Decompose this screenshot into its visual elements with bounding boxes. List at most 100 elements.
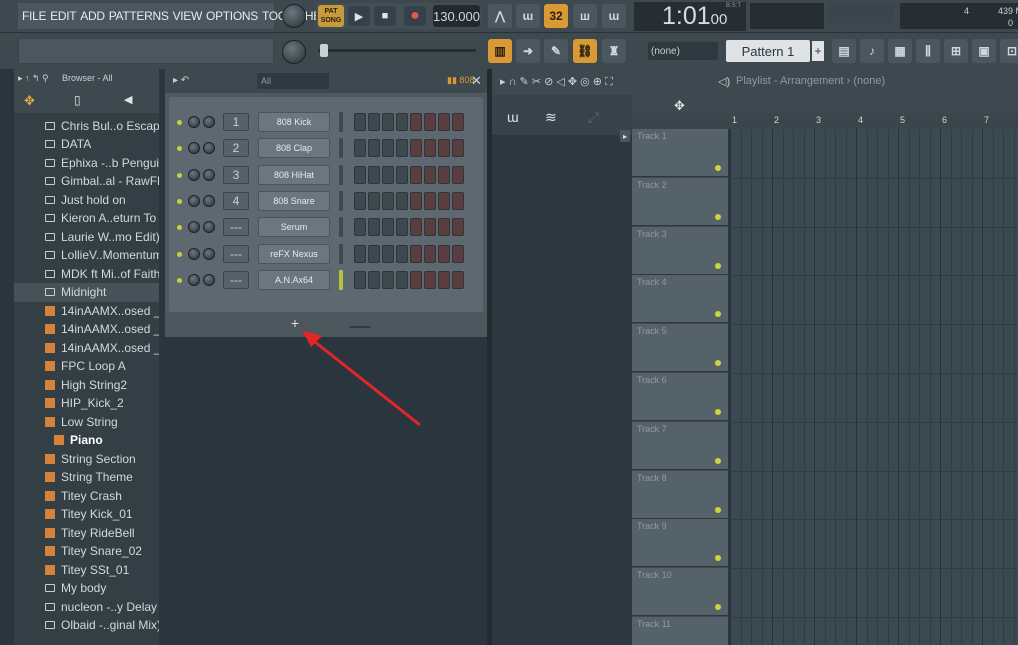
step-button[interactable] (452, 166, 464, 184)
channel-volume-knob[interactable] (203, 169, 215, 181)
playlist-move-icon[interactable]: ✥ (674, 98, 685, 114)
step-button[interactable] (368, 166, 380, 184)
step-button[interactable] (438, 192, 450, 210)
step-button[interactable] (382, 113, 394, 131)
step-button[interactable] (368, 192, 380, 210)
browser-speaker-icon[interactable]: ◀ (124, 93, 132, 106)
channel-select-bar[interactable] (339, 217, 343, 237)
step-button[interactable] (410, 218, 422, 236)
step-button[interactable] (452, 192, 464, 210)
track-enable-led[interactable] (715, 214, 721, 220)
channel-mixer-track[interactable]: 1 (223, 113, 249, 131)
master-volume-knob[interactable] (282, 4, 306, 28)
step-button[interactable] (354, 271, 366, 289)
channel-name-button[interactable]: reFX Nexus (258, 244, 330, 264)
channel-volume-knob[interactable] (203, 248, 215, 260)
plugin-database-icon[interactable]: ▣ (972, 39, 996, 63)
step-button[interactable] (438, 271, 450, 289)
step-button[interactable] (452, 218, 464, 236)
record-button[interactable]: ● (404, 6, 426, 26)
channel-volume-knob[interactable] (203, 116, 215, 128)
slider-handle[interactable] (320, 44, 328, 57)
step-button[interactable] (424, 139, 436, 157)
browser-item[interactable]: High String2 (14, 375, 159, 394)
track-enable-led[interactable] (715, 507, 721, 513)
step-button[interactable] (382, 271, 394, 289)
menu-item-patterns[interactable]: PATTERNS (109, 9, 169, 23)
browser-item[interactable]: Chris Bul..o Escape (14, 116, 159, 135)
browser-item[interactable]: My body (14, 579, 159, 598)
automation-icon[interactable]: ⤢ (588, 109, 599, 126)
step-button[interactable] (396, 139, 408, 157)
browser-star-icon[interactable]: ✥ (24, 93, 35, 109)
step-button[interactable] (410, 271, 422, 289)
channel-name-button[interactable]: Serum (258, 217, 330, 237)
piano-roll-icon[interactable]: ▥ (488, 39, 512, 63)
channel-mixer-track[interactable]: --- (223, 245, 249, 263)
channel-volume-knob[interactable] (203, 195, 215, 207)
step-edit-icon[interactable]: ш (573, 4, 597, 28)
step-button[interactable] (368, 245, 380, 263)
metronome-icon[interactable]: ⋀ (488, 4, 512, 28)
rack-filter-select[interactable]: All (257, 73, 329, 89)
browser-item[interactable]: String Theme (14, 468, 159, 487)
browser-item[interactable]: Kieron A..eturn To (14, 209, 159, 228)
step-button[interactable] (396, 245, 408, 263)
browser-item[interactable]: Just hold on (14, 190, 159, 209)
browser-files-icon[interactable]: ▯ (74, 93, 81, 107)
channel-led[interactable] (177, 199, 182, 204)
channel-mixer-track[interactable]: 3 (223, 166, 249, 184)
playlist-track-header[interactable]: Track 2 (632, 178, 728, 226)
browser-item[interactable]: LollieV..Momentum (14, 246, 159, 265)
step-button[interactable] (354, 166, 366, 184)
step-button[interactable] (354, 139, 366, 157)
browser-icon[interactable]: ⊞ (944, 39, 968, 63)
wait-input-icon[interactable]: ɯ (516, 4, 540, 28)
playlist-track-header[interactable]: Track 1 (632, 129, 728, 177)
playlist-track-header[interactable]: Track 11 (632, 617, 728, 645)
step-button[interactable] (424, 192, 436, 210)
step-button[interactable] (410, 113, 422, 131)
browser-item[interactable]: MDK ft Mi..of Faith (14, 264, 159, 283)
channel-led[interactable] (177, 120, 182, 125)
track-enable-led[interactable] (715, 311, 721, 317)
step-button[interactable] (382, 166, 394, 184)
browser-nav-icons[interactable]: ▸ ↑ ↰ ⚲ (18, 73, 49, 84)
add-pattern-button[interactable]: + (812, 41, 824, 61)
master-pitch-knob[interactable] (282, 40, 306, 64)
track-enable-led[interactable] (715, 458, 721, 464)
step-button[interactable] (368, 113, 380, 131)
menu-item-file[interactable]: FILE (22, 9, 46, 23)
browser-item[interactable]: Olbaid -..ginal Mix) (14, 616, 159, 635)
rack-scroll-handle[interactable] (350, 326, 370, 328)
track-enable-led[interactable] (715, 360, 721, 366)
step-button[interactable] (396, 166, 408, 184)
browser-item[interactable]: Gimbal..al - RawFL (14, 172, 159, 191)
step-button[interactable] (354, 245, 366, 263)
channel-select-bar[interactable] (339, 191, 343, 211)
playlist-track-header[interactable]: Track 4 (632, 275, 728, 323)
channel-volume-knob[interactable] (203, 274, 215, 286)
channel-led[interactable] (177, 173, 182, 178)
channel-led[interactable] (177, 252, 182, 257)
track-enable-led[interactable] (715, 263, 721, 269)
step-button[interactable] (368, 218, 380, 236)
channel-mixer-track[interactable]: 2 (223, 139, 249, 157)
main-slider[interactable] (318, 49, 476, 52)
step-button[interactable] (452, 113, 464, 131)
playlist-track-header[interactable]: Track 10 (632, 568, 728, 616)
tempo-display[interactable]: 130.000 (433, 5, 480, 27)
menu-item-options[interactable]: OPTIONS (206, 9, 258, 23)
browser-item[interactable]: DATA (14, 135, 159, 154)
step-button[interactable] (452, 139, 464, 157)
step-button[interactable] (424, 166, 436, 184)
channel-select-bar[interactable] (339, 112, 343, 132)
browser-item[interactable]: Titey SSt_01 (14, 560, 159, 579)
browser-item[interactable]: String Section (14, 449, 159, 468)
playlist-icon[interactable]: ▤ (832, 39, 856, 63)
browser-item[interactable]: Midnight (14, 283, 159, 302)
channel-led[interactable] (177, 278, 182, 283)
track-enable-led[interactable] (715, 409, 721, 415)
waveform-icon[interactable]: ≋ (545, 109, 557, 126)
step-button[interactable] (382, 139, 394, 157)
